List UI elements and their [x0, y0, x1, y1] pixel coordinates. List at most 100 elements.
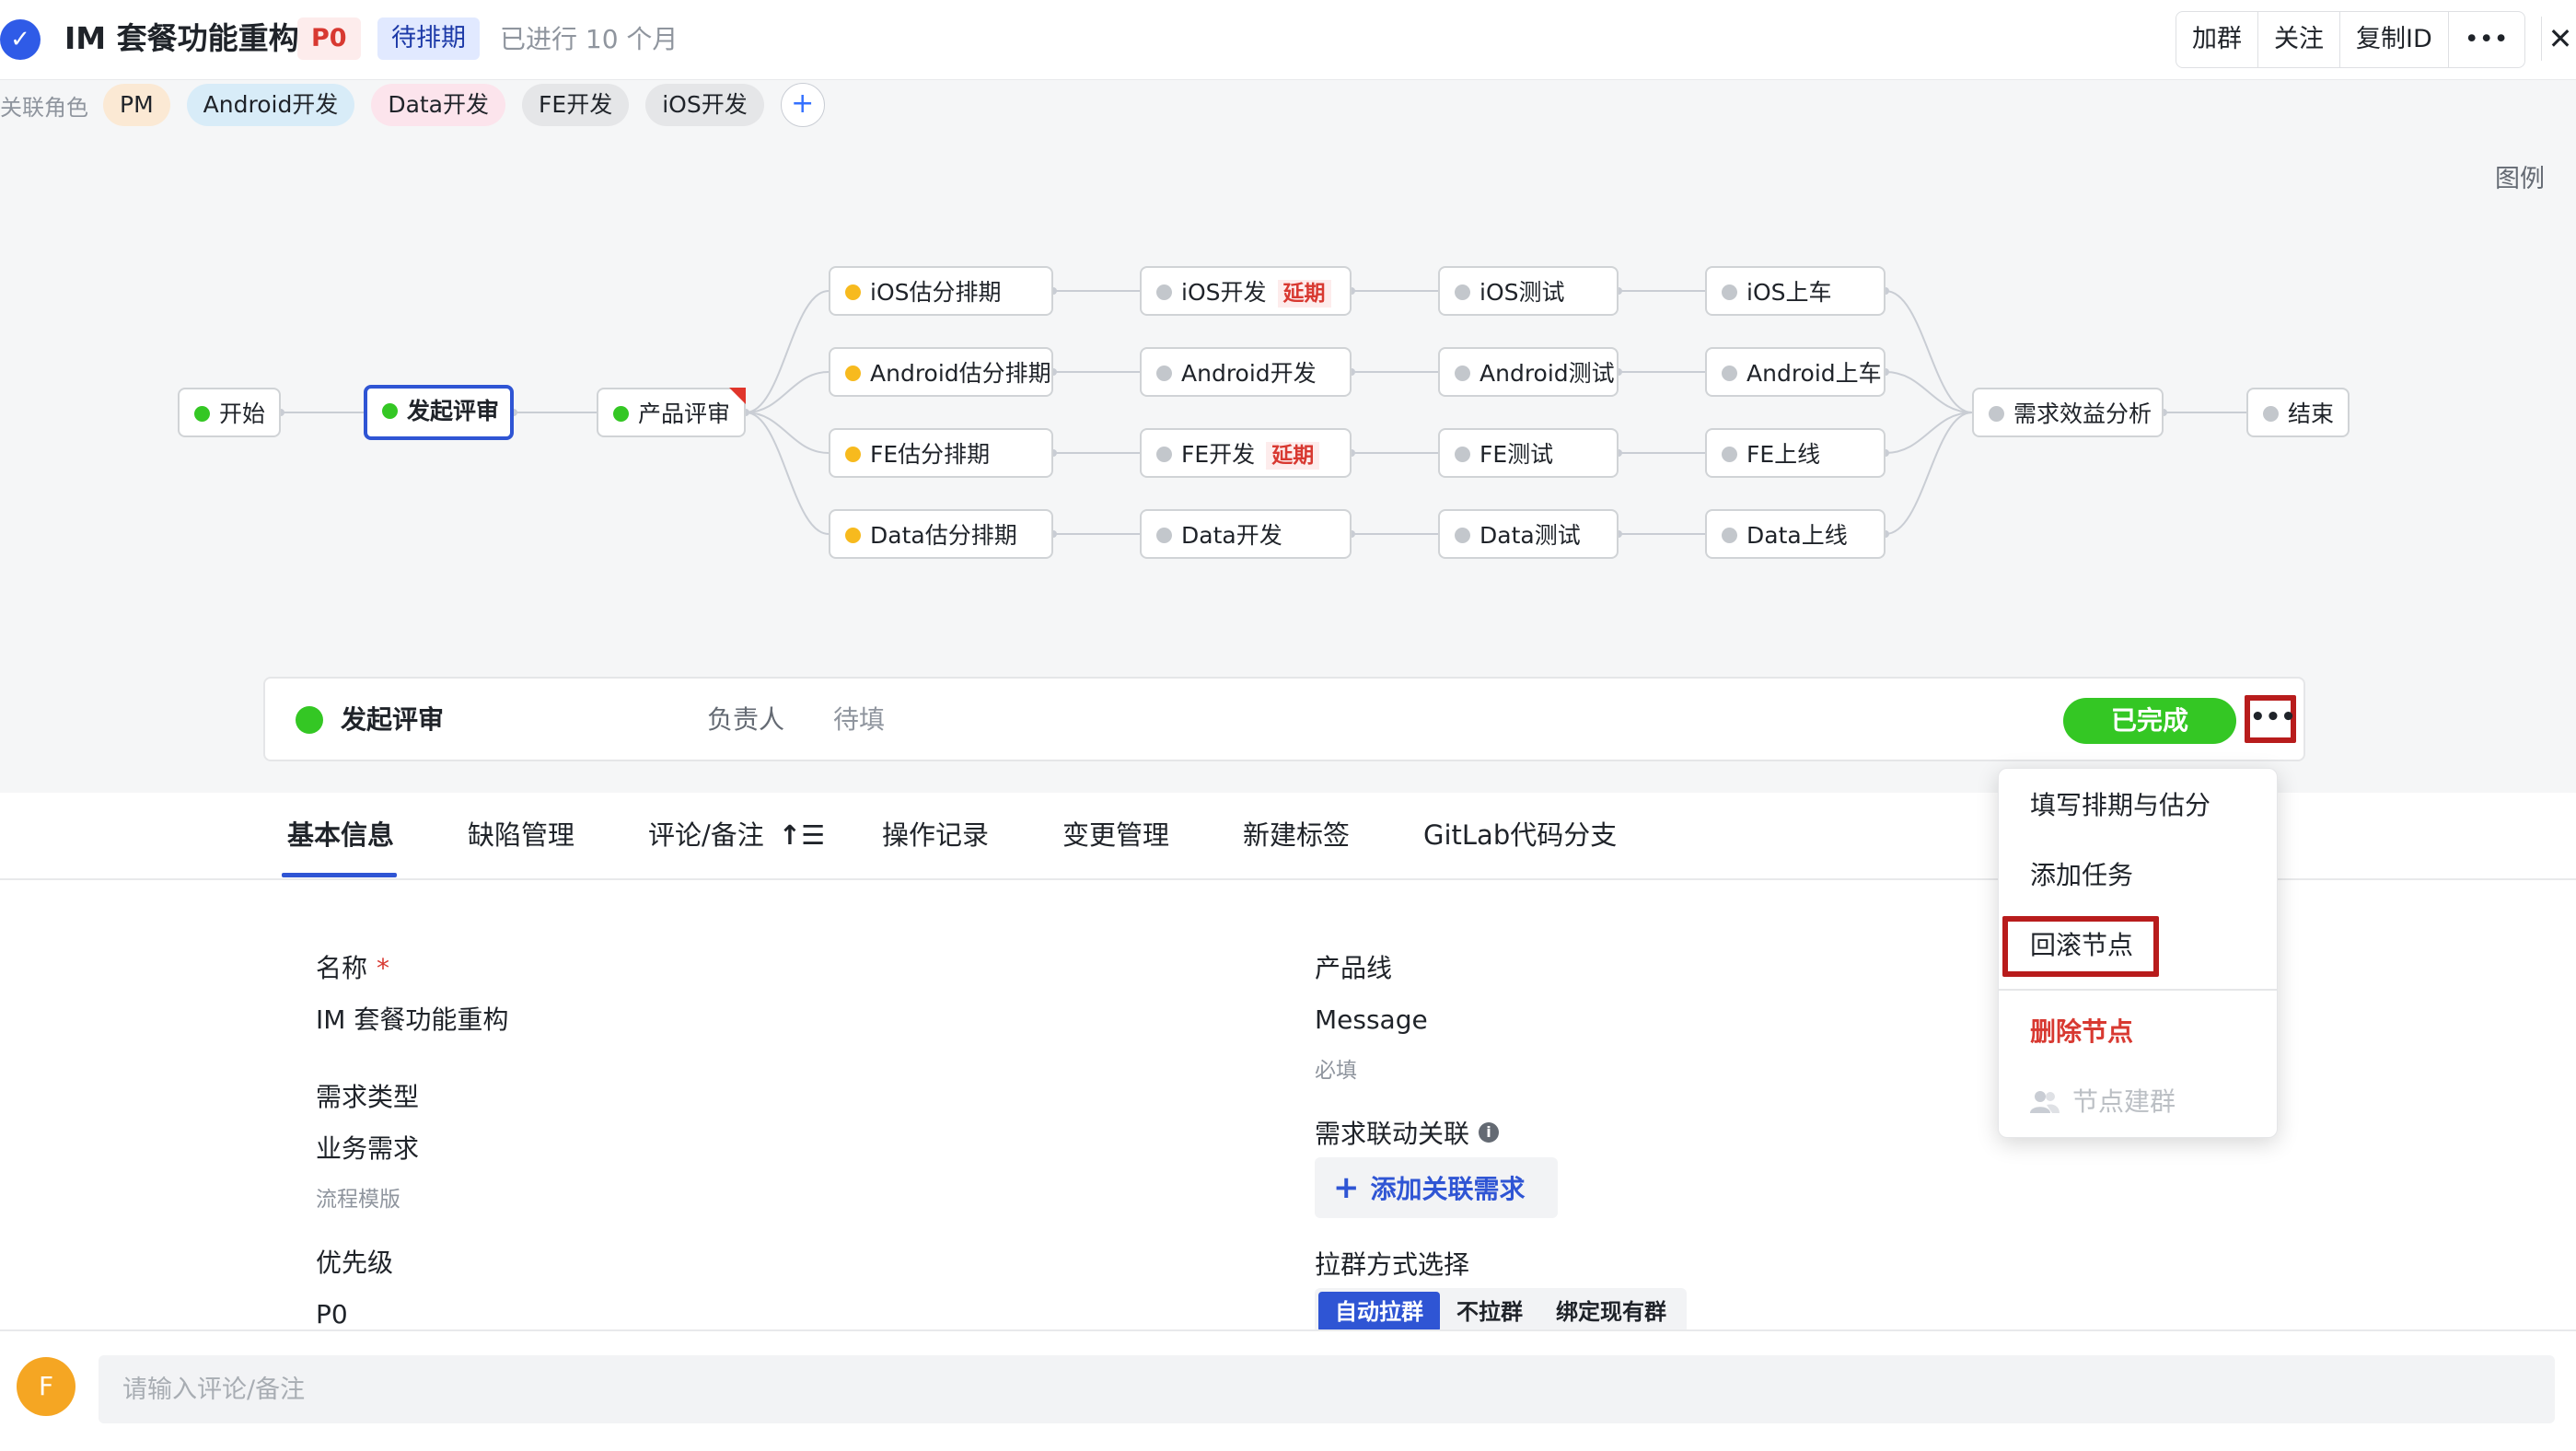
node-label: 发起评审	[407, 398, 500, 424]
product-line-label: 产品线	[1315, 953, 1393, 983]
flow-node-data-test[interactable]: Data测试	[1438, 509, 1619, 559]
status-dot	[1722, 527, 1737, 543]
flag-icon	[729, 388, 746, 404]
comment-input[interactable]	[99, 1355, 2555, 1423]
tab-basic-info[interactable]: 基本信息	[287, 816, 394, 854]
comment-bar: F	[0, 1329, 2576, 1451]
status-dot	[613, 405, 629, 422]
flow-node-end[interactable]: 结束	[2246, 388, 2350, 437]
linked-label-text: 需求联动关联	[1315, 1119, 1470, 1149]
status-dot	[845, 446, 861, 462]
status-dot	[1455, 365, 1470, 381]
info-icon[interactable]: i	[1479, 1122, 1500, 1143]
menu-divider	[1999, 989, 2277, 991]
flow-node-ios-dev[interactable]: iOS开发 延期	[1140, 266, 1352, 316]
owner-value[interactable]: 待填	[833, 701, 885, 739]
product-line-value[interactable]: Message	[1315, 1002, 1428, 1039]
flow-node-fe-test[interactable]: FE测试	[1438, 428, 1619, 478]
add-linked-requirement-button[interactable]: + 添加关联需求	[1315, 1157, 1558, 1218]
node-label: FE上线	[1746, 441, 1821, 468]
status-dot	[1722, 365, 1737, 381]
flow-node-android-test[interactable]: Android测试	[1438, 347, 1619, 397]
flow-node-data-dev[interactable]: Data开发	[1140, 509, 1352, 559]
priority-value[interactable]: P0	[316, 1296, 348, 1333]
node-label: 产品评审	[638, 400, 731, 427]
node-label: Android开发	[1181, 360, 1317, 387]
node-label: 需求效益分析	[2013, 400, 2152, 427]
status-dot	[1722, 284, 1737, 300]
status-dot	[1156, 284, 1172, 300]
group-option-none[interactable]: 不拉群	[1440, 1292, 1539, 1332]
flow-node-start[interactable]: 开始	[178, 388, 281, 437]
node-label: iOS开发	[1181, 279, 1267, 306]
node-name: 发起评审	[341, 704, 445, 735]
flow-node-data-release[interactable]: Data上线	[1705, 509, 1886, 559]
status-dot	[296, 706, 323, 734]
flow-node-ios-estimate[interactable]: iOS估分排期	[829, 266, 1053, 316]
menu-item-node-group-label: 节点建群	[2072, 1086, 2176, 1117]
tab-gitlab-branch[interactable]: GitLab代码分支	[1423, 816, 1617, 854]
name-value[interactable]: IM 套餐功能重构	[316, 1002, 508, 1039]
node-label: Data上线	[1746, 522, 1848, 549]
type-value[interactable]: 业务需求	[316, 1131, 419, 1167]
active-tab-indicator	[282, 873, 397, 877]
node-label: FE测试	[1479, 441, 1554, 468]
status-dot	[1989, 405, 2004, 422]
tab-defects[interactable]: 缺陷管理	[468, 816, 574, 854]
status-dot	[382, 402, 398, 419]
node-label: Android上车	[1746, 360, 1882, 387]
node-label: 开始	[219, 400, 266, 427]
type-hint: 流程模版	[316, 1188, 400, 1212]
name-label: 名称 *	[316, 950, 389, 987]
flow-node-data-estimate[interactable]: Data估分排期	[829, 509, 1053, 559]
plus-icon: +	[1333, 1169, 1360, 1206]
flow-node-product-review[interactable]: 产品评审	[597, 388, 746, 437]
delay-tag: 延期	[1277, 280, 1331, 308]
status-dot	[1455, 284, 1470, 300]
node-detail-bar: 发起评审 负责人 待填 已完成 •••	[263, 677, 2305, 761]
flow-node-ios-release[interactable]: iOS上车	[1705, 266, 1886, 316]
tab-operation-log[interactable]: 操作记录	[882, 816, 989, 854]
group-option-bind-existing[interactable]: 绑定现有群	[1539, 1292, 1683, 1332]
status-dot	[2263, 405, 2279, 422]
status-dot	[194, 405, 210, 422]
node-label: iOS估分排期	[870, 279, 1002, 306]
flow-node-review-start[interactable]: 发起评审	[364, 385, 514, 440]
group-icon	[2030, 1091, 2060, 1113]
status-dot	[1156, 446, 1172, 462]
linked-requirement-label: 需求联动关联 i	[1315, 1116, 1500, 1153]
avatar[interactable]: F	[17, 1357, 75, 1416]
node-label: 结束	[2288, 400, 2335, 427]
tab-new-label[interactable]: 新建标签	[1243, 816, 1350, 854]
flow-node-android-dev[interactable]: Android开发	[1140, 347, 1352, 397]
required-mark: *	[377, 953, 390, 983]
owner-label: 负责人	[707, 704, 785, 735]
flow-node-fe-dev[interactable]: FE开发 延期	[1140, 428, 1352, 478]
flow-node-fe-estimate[interactable]: FE估分排期	[829, 428, 1053, 478]
menu-item-node-group: 节点建群	[2030, 1083, 2176, 1121]
group-option-auto[interactable]: 自动拉群	[1318, 1292, 1440, 1332]
tab-change-management[interactable]: 变更管理	[1062, 816, 1169, 854]
flow-node-android-release[interactable]: Android上车	[1705, 347, 1886, 397]
delay-tag: 延期	[1266, 442, 1320, 470]
sort-icon[interactable]: ↑☰	[779, 816, 825, 854]
node-more-button[interactable]: •••	[2245, 695, 2296, 743]
flow-node-android-estimate[interactable]: Android估分排期	[829, 347, 1053, 397]
priority-label: 优先级	[316, 1248, 394, 1278]
menu-item-fill-schedule[interactable]: 填写排期与估分	[2030, 786, 2210, 825]
flow-node-ios-test[interactable]: iOS测试	[1438, 266, 1619, 316]
status-dot	[845, 365, 861, 381]
status-dot	[1455, 527, 1470, 543]
product-line-hint: 必填	[1315, 1059, 1357, 1083]
flow-node-fe-release[interactable]: FE上线	[1705, 428, 1886, 478]
group-method-selector: 自动拉群 不拉群 绑定现有群	[1315, 1288, 1687, 1334]
completed-button[interactable]: 已完成	[2063, 698, 2236, 744]
menu-item-delete-node[interactable]: 删除节点	[2030, 1013, 2133, 1051]
flow-node-benefit-analysis[interactable]: 需求效益分析	[1972, 388, 2164, 437]
tab-comments[interactable]: 评论/备注 ↑☰	[648, 816, 825, 854]
node-label: Android估分排期	[870, 360, 1051, 387]
menu-item-add-task[interactable]: 添加任务	[2030, 856, 2133, 895]
node-label: FE估分排期	[870, 441, 991, 468]
status-dot	[1156, 527, 1172, 543]
node-label: iOS上车	[1746, 279, 1832, 306]
